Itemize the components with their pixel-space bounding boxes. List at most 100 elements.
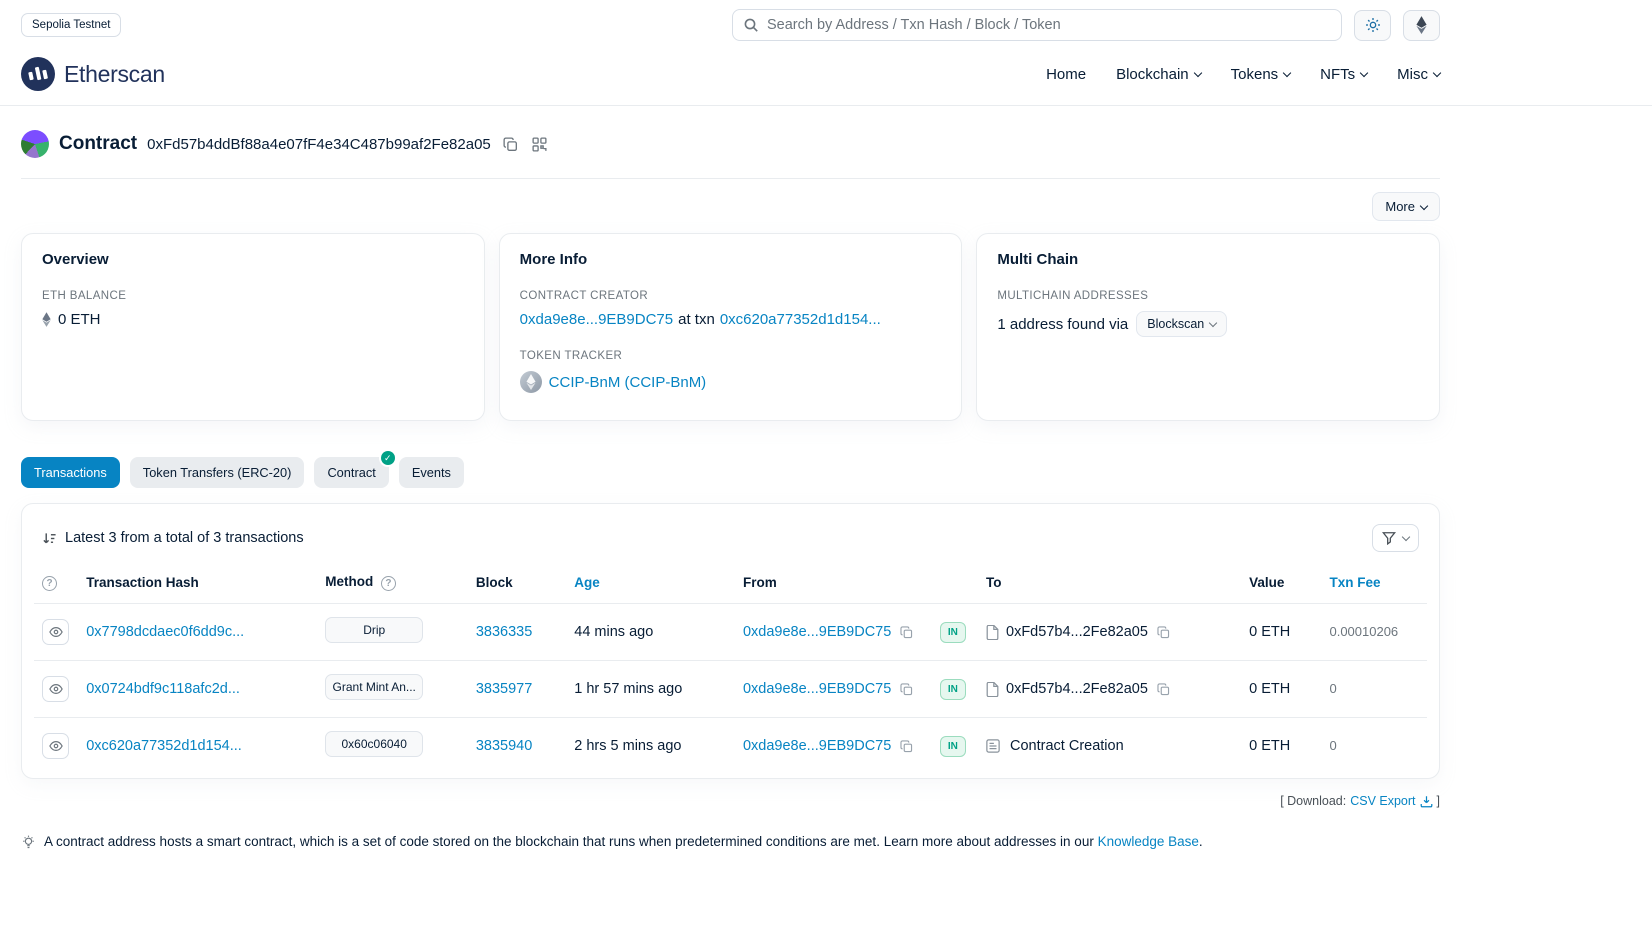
- from-address-link[interactable]: 0xda9e8e...9EB9DC75: [743, 681, 891, 697]
- contract-address: 0xFd57b4ddBf88a4e07fF4e34C487b99af2Fe82a…: [147, 136, 491, 153]
- multichain-found-text: 1 address found via: [997, 316, 1128, 333]
- tx-hash-link[interactable]: 0xc620a77352d1d154...: [86, 738, 242, 754]
- eye-icon: [49, 625, 63, 639]
- token-tracker-link[interactable]: CCIP-BnM (CCIP-BnM): [549, 374, 707, 391]
- contract-avatar: [21, 130, 49, 158]
- copy-to-button[interactable]: [1155, 624, 1172, 641]
- page-title-row: Contract 0xFd57b4ddBf88a4e07fF4e34C487b9…: [21, 130, 1440, 158]
- col-header-value: Value: [1241, 562, 1321, 604]
- qr-code-icon: [532, 137, 547, 152]
- download-row: [ Download: CSV Export ]: [21, 794, 1440, 808]
- tx-preview-button[interactable]: [42, 733, 69, 759]
- copy-icon: [900, 626, 913, 639]
- tx-hash-link[interactable]: 0x7798dcdaec0f6dd9c...: [86, 624, 244, 640]
- copy-address-button[interactable]: [501, 135, 520, 154]
- copy-icon: [1157, 683, 1170, 696]
- multichain-addresses-label: MULTICHAIN ADDRESSES: [997, 290, 1419, 302]
- copy-from-button[interactable]: [898, 681, 915, 698]
- ethereum-icon: [1416, 16, 1427, 34]
- help-icon[interactable]: ?: [42, 576, 57, 591]
- age-cell: 1 hr 57 mins ago: [566, 661, 735, 718]
- col-header-age[interactable]: Age: [566, 562, 735, 604]
- transactions-card: Latest 3 from a total of 3 transactions …: [21, 503, 1440, 779]
- csv-export-link[interactable]: CSV Export: [1350, 794, 1415, 808]
- knowledge-base-link[interactable]: Knowledge Base: [1098, 834, 1199, 849]
- chevron-down-icon: [1193, 69, 1201, 77]
- etherscan-logo[interactable]: Etherscan: [21, 57, 165, 91]
- fee-cell: 0.00010206: [1329, 624, 1398, 639]
- value-cell: 0 ETH: [1241, 604, 1321, 661]
- tab-contract[interactable]: Contract ✓: [314, 457, 388, 488]
- footer-note: A contract address hosts a smart contrac…: [21, 834, 1440, 850]
- tx-preview-button[interactable]: [42, 676, 69, 702]
- filter-icon: [1382, 531, 1396, 545]
- search-input[interactable]: [767, 17, 1331, 33]
- method-badge[interactable]: Drip: [325, 617, 423, 643]
- tab-events[interactable]: Events: [399, 457, 464, 488]
- nav-tokens[interactable]: Tokens: [1231, 66, 1291, 83]
- chevron-down-icon: [1283, 69, 1291, 77]
- transactions-table: ? Transaction Hash Method ? Block Age Fr…: [34, 562, 1427, 774]
- table-row: 0xc620a77352d1d154... 0x60c06040 3835940…: [34, 718, 1427, 775]
- copy-icon: [900, 683, 913, 696]
- tx-preview-button[interactable]: [42, 619, 69, 645]
- download-suffix: ]: [1437, 794, 1440, 808]
- method-badge[interactable]: Grant Mint An...: [325, 674, 423, 700]
- copy-from-button[interactable]: [898, 624, 915, 641]
- search-icon: [743, 17, 759, 33]
- title-divider: [21, 178, 1440, 179]
- transactions-summary: Latest 3 from a total of 3 transactions: [65, 530, 304, 546]
- nav-blockchain[interactable]: Blockchain: [1116, 66, 1201, 83]
- col-header-fee[interactable]: Txn Fee: [1321, 562, 1427, 604]
- footer-note-suffix: .: [1199, 834, 1203, 849]
- col-header-from: From: [735, 562, 932, 604]
- fee-cell: 0: [1329, 681, 1336, 696]
- copy-to-button[interactable]: [1155, 681, 1172, 698]
- block-link[interactable]: 3836335: [476, 624, 532, 640]
- copy-from-button[interactable]: [898, 738, 915, 755]
- nav-home[interactable]: Home: [1046, 66, 1086, 83]
- tx-hash-link[interactable]: 0x0724bdf9c118afc2d...: [86, 681, 240, 697]
- copy-icon: [900, 740, 913, 753]
- to-address: Contract Creation: [1010, 738, 1124, 754]
- block-link[interactable]: 3835940: [476, 738, 532, 754]
- col-header-hash: Transaction Hash: [78, 562, 317, 604]
- verified-check-icon: ✓: [381, 451, 395, 465]
- tab-transactions[interactable]: Transactions: [21, 457, 120, 488]
- page-title: Contract: [59, 133, 137, 155]
- age-cell: 2 hrs 5 mins ago: [566, 718, 735, 775]
- qr-code-button[interactable]: [530, 135, 549, 154]
- method-badge[interactable]: 0x60c06040: [325, 731, 423, 757]
- sort-icon: [42, 531, 57, 546]
- contract-creator-label: CONTRACT CREATOR: [520, 290, 942, 302]
- value-cell: 0 ETH: [1241, 661, 1321, 718]
- more-button[interactable]: More: [1372, 192, 1440, 221]
- block-link[interactable]: 3835977: [476, 681, 532, 697]
- theme-toggle-button[interactable]: [1354, 10, 1391, 41]
- footer-note-text: A contract address hosts a smart contrac…: [44, 834, 1094, 849]
- value-cell: 0 ETH: [1241, 718, 1321, 775]
- blockscan-dropdown[interactable]: Blockscan: [1136, 311, 1227, 337]
- ethereum-network-button[interactable]: [1403, 10, 1440, 41]
- filter-button[interactable]: [1372, 524, 1419, 552]
- search-box[interactable]: [732, 9, 1342, 41]
- tab-token-transfers[interactable]: Token Transfers (ERC-20): [130, 457, 305, 488]
- token-coin-icon: [520, 371, 542, 393]
- brand-name: Etherscan: [64, 61, 165, 88]
- network-button[interactable]: Sepolia Testnet: [21, 13, 121, 37]
- creator-address-link[interactable]: 0xda9e8e...9EB9DC75: [520, 311, 673, 328]
- main-header: Etherscan Home Blockchain Tokens NFTs Mi…: [0, 43, 1652, 106]
- creation-txn-link[interactable]: 0xc620a77352d1d154...: [720, 311, 881, 328]
- chevron-down-icon: [1360, 69, 1368, 77]
- help-icon[interactable]: ?: [381, 576, 396, 591]
- nav-nfts[interactable]: NFTs: [1320, 66, 1367, 83]
- more-info-title: More Info: [520, 251, 942, 268]
- nav-misc[interactable]: Misc: [1397, 66, 1440, 83]
- multichain-card: Multi Chain MULTICHAIN ADDRESSES 1 addre…: [976, 233, 1440, 421]
- to-address: 0xFd57b4...2Fe82a05: [1006, 624, 1148, 640]
- from-address-link[interactable]: 0xda9e8e...9EB9DC75: [743, 738, 891, 754]
- eth-balance-label: ETH BALANCE: [42, 290, 464, 302]
- from-address-link[interactable]: 0xda9e8e...9EB9DC75: [743, 624, 891, 640]
- copy-icon: [503, 137, 518, 152]
- multichain-title: Multi Chain: [997, 251, 1419, 268]
